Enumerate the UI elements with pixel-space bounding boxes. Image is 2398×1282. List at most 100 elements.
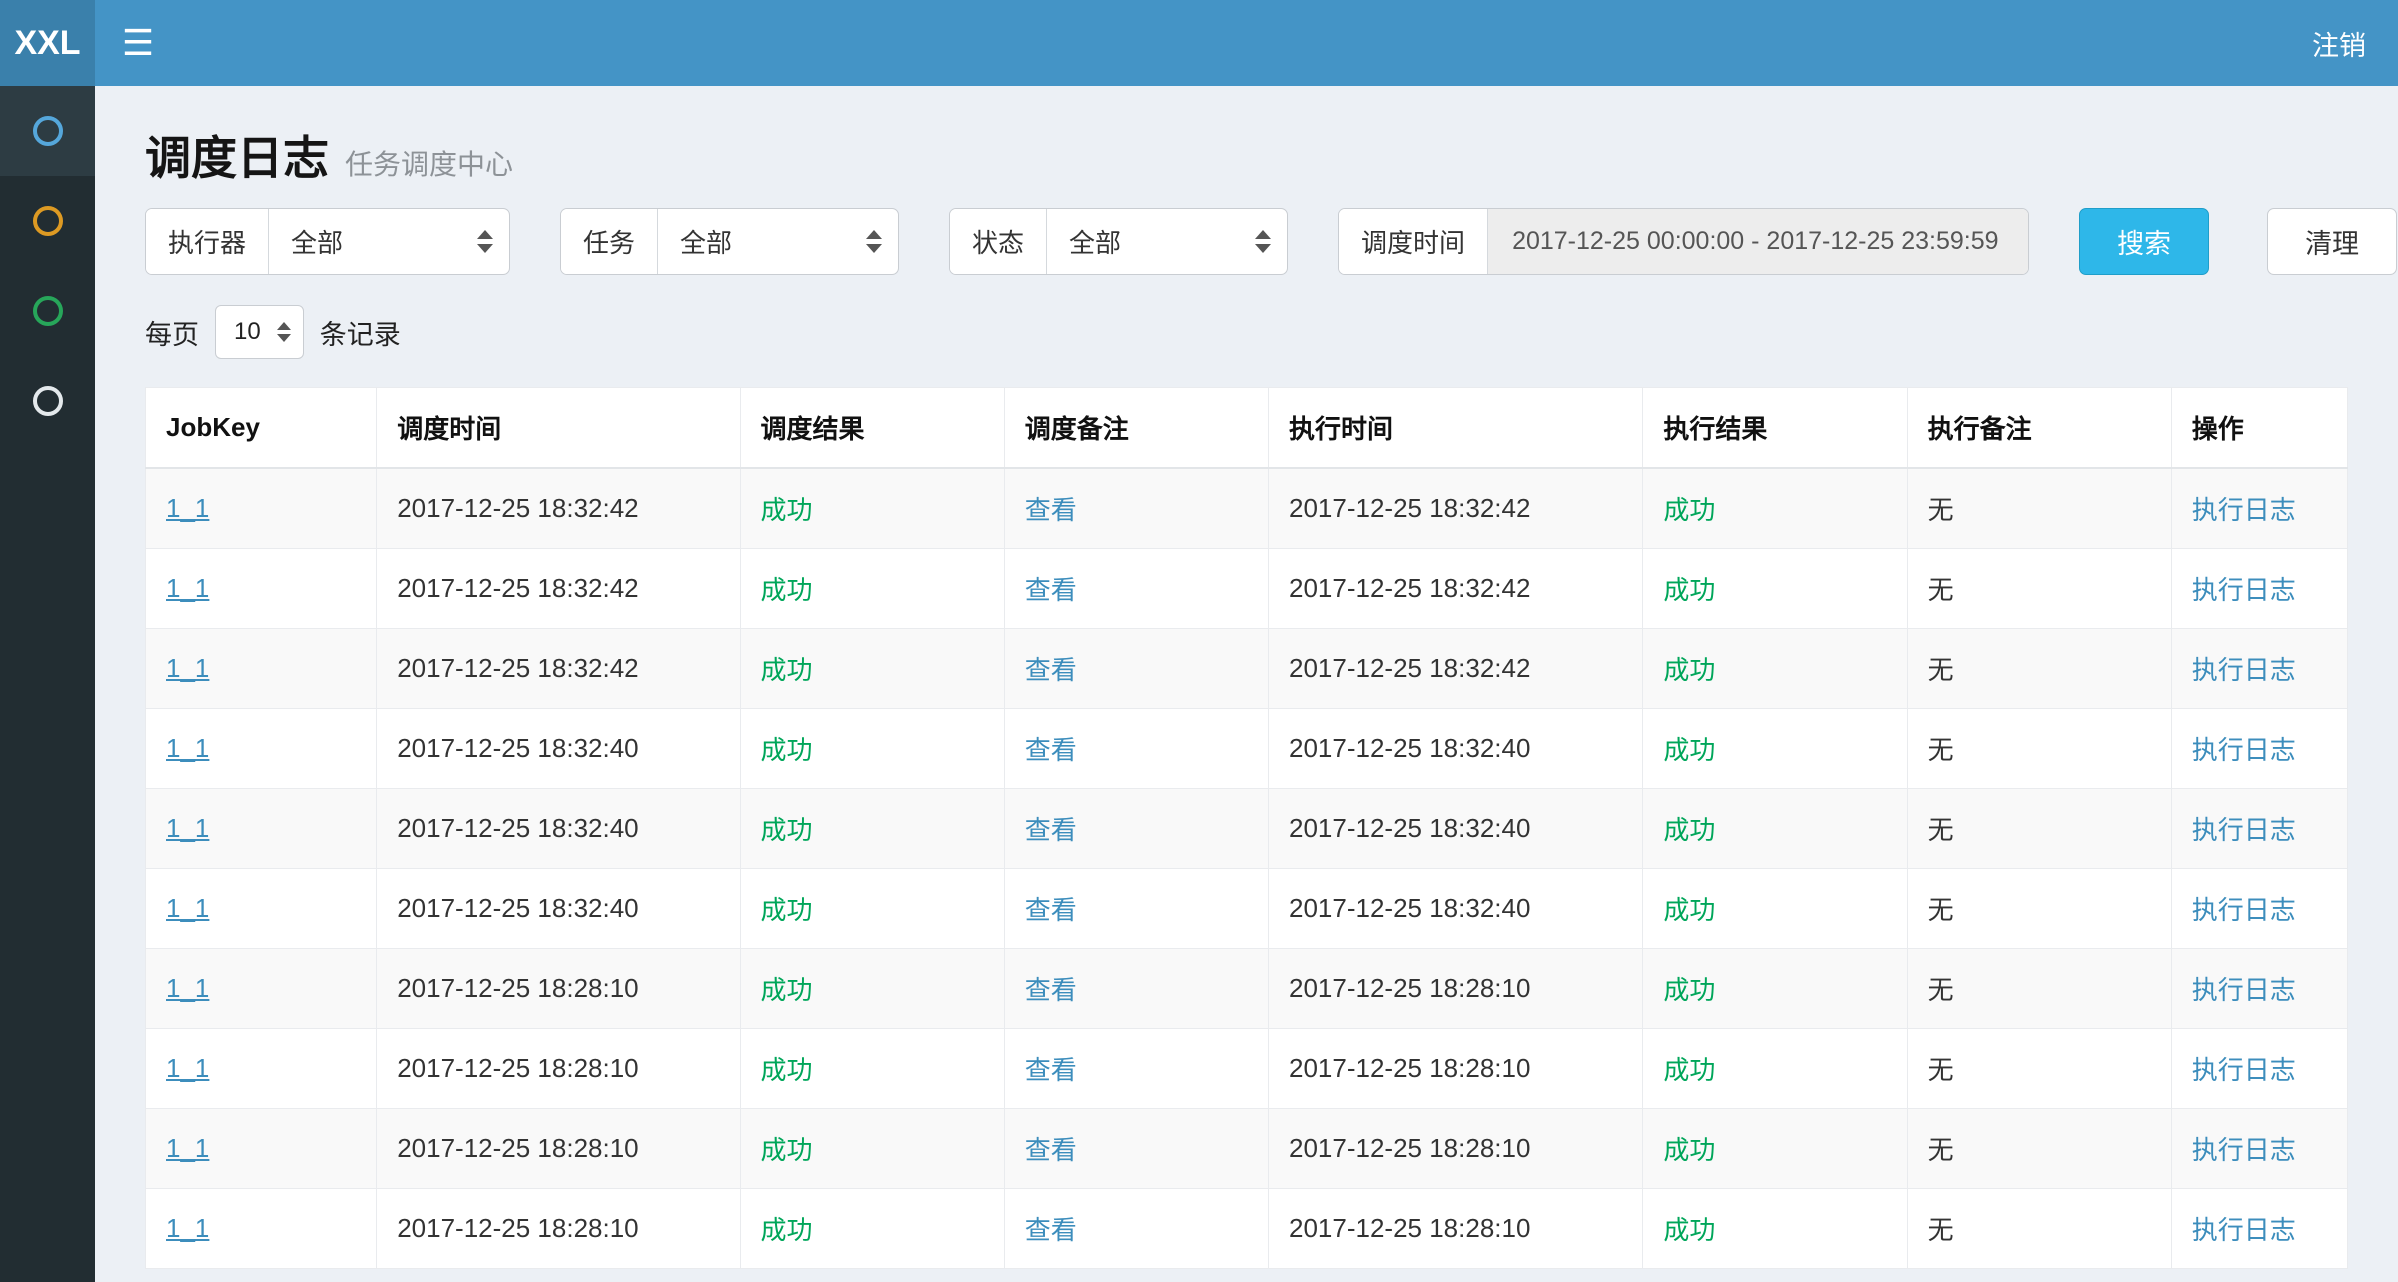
jobkey-link[interactable]: 1_1 [166,493,209,523]
schedule-time-cell: 2017-12-25 18:28:10 [377,949,740,1029]
schedule-remark-link[interactable]: 查看 [1025,975,1077,1005]
page-size-select[interactable]: 10 [215,305,304,359]
schedule-remark-link[interactable]: 查看 [1025,1215,1077,1245]
logout-link[interactable]: 注销 [2280,0,2398,86]
time-range-input[interactable] [1488,209,2028,274]
jobkey-link[interactable]: 1_1 [166,733,209,763]
exec-result-cell: 成功 [1643,1109,1907,1189]
schedule-remark-link[interactable]: 查看 [1025,655,1077,685]
circle-icon [33,116,63,146]
exec-log-link[interactable]: 执行日志 [2192,735,2296,765]
status-filter-select[interactable]: 全部 [1047,209,1287,274]
exec-log-link-cell: 执行日志 [2171,709,2347,789]
exec-log-link-cell: 执行日志 [2171,1029,2347,1109]
page-title: 调度日志 [145,130,329,186]
page-size-value: 10 [234,318,261,346]
schedule-remark-link[interactable]: 查看 [1025,1055,1077,1085]
schedule-remark-link[interactable]: 查看 [1025,575,1077,605]
exec-log-link[interactable]: 执行日志 [2192,1135,2296,1165]
jobkey-link[interactable]: 1_1 [166,973,209,1003]
exec-log-link[interactable]: 执行日志 [2192,495,2296,525]
exec-log-link[interactable]: 执行日志 [2192,975,2296,1005]
schedule-remark-link[interactable]: 查看 [1025,735,1077,765]
exec-result-cell: 成功 [1643,468,1907,549]
table-row: 1_12017-12-25 18:32:40成功查看2017-12-25 18:… [146,789,2348,869]
executor-filter-select[interactable]: 全部 [269,209,509,274]
table-row: 1_12017-12-25 18:28:10成功查看2017-12-25 18:… [146,949,2348,1029]
filter-bar: 执行器 全部 任务 全部 状态 全部 调度时间 搜索 清理 [145,208,2348,275]
jobkey-link-cell: 1_1 [146,1189,377,1269]
sidebar-toggle-icon[interactable]: ☰ [95,0,181,86]
select-arrows-icon [1255,230,1271,253]
exec-log-link[interactable]: 执行日志 [2192,815,2296,845]
exec-time-cell: 2017-12-25 18:32:42 [1269,629,1643,709]
jobkey-link[interactable]: 1_1 [166,573,209,603]
jobkey-link-cell: 1_1 [146,549,377,629]
exec-time-cell: 2017-12-25 18:32:42 [1269,549,1643,629]
exec-log-link-cell: 执行日志 [2171,549,2347,629]
sidebar-item-1[interactable] [0,86,95,176]
executor-filter-label: 执行器 [146,209,269,274]
exec-log-link[interactable]: 执行日志 [2192,1215,2296,1245]
schedule-time-cell: 2017-12-25 18:28:10 [377,1189,740,1269]
schedule-time-cell: 2017-12-25 18:32:42 [377,549,740,629]
exec-log-link[interactable]: 执行日志 [2192,575,2296,605]
exec-time-cell: 2017-12-25 18:32:42 [1269,468,1643,549]
jobkey-link[interactable]: 1_1 [166,1213,209,1243]
page-header: 调度日志 任务调度中心 [145,86,2348,186]
exec-result-cell: 成功 [1643,789,1907,869]
exec-log-link-cell: 执行日志 [2171,949,2347,1029]
job-filter-select[interactable]: 全部 [658,209,898,274]
sidebar-item-4[interactable] [0,356,95,446]
log-table: JobKey调度时间调度结果调度备注执行时间执行结果执行备注操作 1_12017… [145,387,2348,1269]
exec-remark-cell: 无 [1907,949,2171,1029]
exec-log-link[interactable]: 执行日志 [2192,1055,2296,1085]
schedule-remark-link[interactable]: 查看 [1025,495,1077,525]
exec-log-link[interactable]: 执行日志 [2192,895,2296,925]
exec-time-cell: 2017-12-25 18:28:10 [1269,1109,1643,1189]
jobkey-link[interactable]: 1_1 [166,1133,209,1163]
schedule-remark-link-cell: 查看 [1004,629,1268,709]
exec-result-cell: 成功 [1643,1189,1907,1269]
status-filter-value: 全部 [1069,223,1121,260]
jobkey-link[interactable]: 1_1 [166,893,209,923]
executor-filter-group: 执行器 全部 [145,208,510,275]
schedule-remark-link[interactable]: 查看 [1025,1135,1077,1165]
jobkey-link[interactable]: 1_1 [166,653,209,683]
schedule-result-cell: 成功 [740,549,1004,629]
schedule-remark-link[interactable]: 查看 [1025,815,1077,845]
search-button[interactable]: 搜索 [2079,208,2209,275]
exec-log-link[interactable]: 执行日志 [2192,655,2296,685]
job-filter-label: 任务 [561,209,658,274]
schedule-time-cell: 2017-12-25 18:28:10 [377,1029,740,1109]
exec-result-cell: 成功 [1643,629,1907,709]
column-header: 调度结果 [740,388,1004,469]
table-row: 1_12017-12-25 18:32:40成功查看2017-12-25 18:… [146,869,2348,949]
exec-remark-cell: 无 [1907,1109,2171,1189]
schedule-time-cell: 2017-12-25 18:28:10 [377,1109,740,1189]
schedule-time-cell: 2017-12-25 18:32:40 [377,789,740,869]
select-arrows-icon [477,230,493,253]
exec-result-cell: 成功 [1643,709,1907,789]
sidebar-item-2[interactable] [0,176,95,266]
schedule-remark-link-cell: 查看 [1004,789,1268,869]
jobkey-link[interactable]: 1_1 [166,813,209,843]
schedule-remark-link-cell: 查看 [1004,1029,1268,1109]
exec-remark-cell: 无 [1907,468,2171,549]
log-table-header-row: JobKey调度时间调度结果调度备注执行时间执行结果执行备注操作 [146,388,2348,469]
schedule-time-cell: 2017-12-25 18:32:42 [377,468,740,549]
time-filter-label: 调度时间 [1339,209,1488,274]
schedule-result-cell: 成功 [740,1029,1004,1109]
jobkey-link-cell: 1_1 [146,709,377,789]
jobkey-link[interactable]: 1_1 [166,1053,209,1083]
clear-button[interactable]: 清理 [2267,208,2397,275]
sidebar-item-3[interactable] [0,266,95,356]
page-subtitle: 任务调度中心 [345,143,513,183]
table-row: 1_12017-12-25 18:32:42成功查看2017-12-25 18:… [146,549,2348,629]
exec-remark-cell: 无 [1907,629,2171,709]
column-header: JobKey [146,388,377,469]
schedule-remark-link[interactable]: 查看 [1025,895,1077,925]
schedule-time-cell: 2017-12-25 18:32:42 [377,629,740,709]
status-filter-label: 状态 [950,209,1047,274]
table-row: 1_12017-12-25 18:28:10成功查看2017-12-25 18:… [146,1109,2348,1189]
